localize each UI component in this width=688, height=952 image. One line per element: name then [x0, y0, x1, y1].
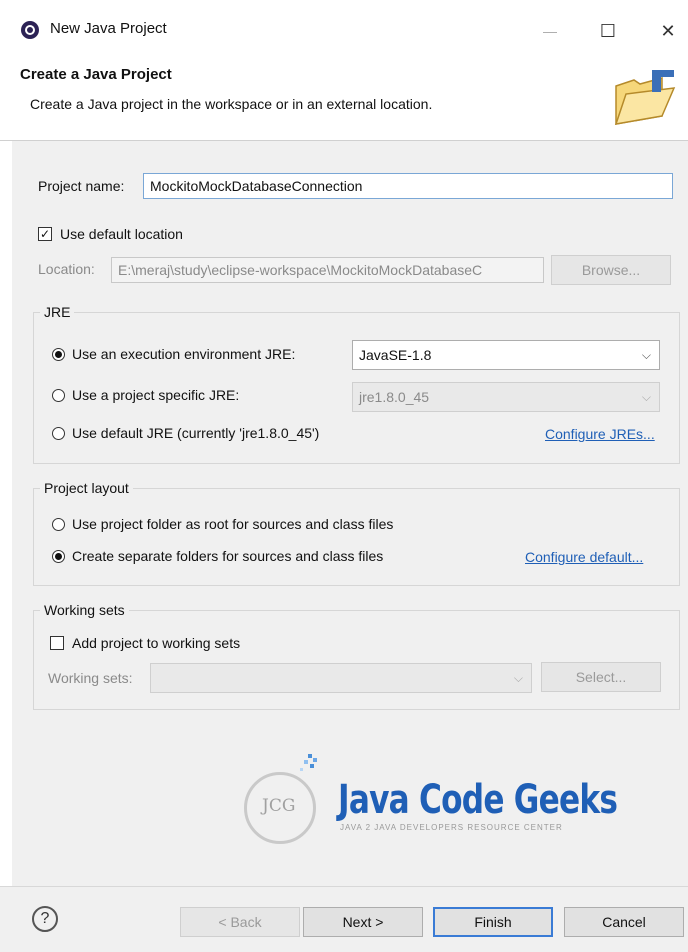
layout-separate-radio[interactable]: [52, 550, 65, 563]
working-sets-group: [33, 610, 680, 710]
jcg-logo-dots: [296, 752, 320, 780]
back-button[interactable]: < Back: [180, 907, 300, 937]
working-sets-label: Working sets:: [48, 670, 133, 686]
jre-group-title: JRE: [40, 304, 75, 320]
java-project-folder-icon: [610, 64, 680, 130]
jre-project-radio[interactable]: [52, 389, 65, 402]
cancel-button[interactable]: Cancel: [564, 907, 684, 937]
eclipse-app-icon: [20, 20, 40, 40]
add-to-working-sets-label: Add project to working sets: [72, 635, 241, 651]
project-layout-group-title: Project layout: [40, 480, 133, 496]
wizard-description: Create a Java project in the workspace o…: [30, 96, 433, 112]
jcg-logo-initials: JCG: [262, 796, 296, 816]
jre-env-select[interactable]: JavaSE-1.8 ⌵: [352, 340, 660, 370]
add-to-working-sets-checkbox[interactable]: [50, 636, 64, 650]
finish-button[interactable]: Finish: [433, 907, 553, 937]
jre-project-label: Use a project specific JRE:: [72, 387, 240, 403]
configure-jres-link[interactable]: Configure JREs...: [545, 426, 655, 442]
layout-separate-label: Create separate folders for sources and …: [72, 548, 384, 564]
jre-env-label: Use an execution environment JRE:: [72, 346, 296, 362]
layout-root-radio[interactable]: [52, 518, 65, 531]
window-title: New Java Project: [50, 20, 167, 37]
jcg-logo-tagline: JAVA 2 JAVA DEVELOPERS RESOURCE CENTER: [340, 823, 563, 832]
use-default-location-label: Use default location: [60, 226, 183, 242]
jcg-logo-name: Java Code Geeks: [338, 777, 618, 823]
help-icon-glyph: ?: [40, 910, 50, 927]
maximize-button[interactable]: ☐: [588, 14, 628, 48]
left-margin: [0, 141, 12, 886]
jre-env-select-value: JavaSE-1.8: [359, 347, 432, 363]
jre-project-select-value: jre1.8.0_45: [359, 389, 430, 405]
jre-project-select[interactable]: jre1.8.0_45 ⌵: [352, 382, 660, 412]
close-button[interactable]: ✕: [648, 14, 688, 48]
location-input[interactable]: E:\meraj\study\eclipse-workspace\Mockito…: [111, 257, 544, 283]
next-button[interactable]: Next >: [303, 907, 423, 937]
jre-env-radio[interactable]: [52, 348, 65, 361]
minimize-button[interactable]: —: [530, 14, 570, 48]
help-icon[interactable]: ?: [32, 906, 58, 932]
project-layout-group: [33, 488, 680, 586]
project-name-input[interactable]: MockitoMockDatabaseConnection: [143, 173, 673, 199]
working-sets-select[interactable]: ⌵: [150, 663, 532, 693]
working-sets-group-title: Working sets: [40, 602, 129, 618]
chevron-down-icon: ⌵: [641, 390, 651, 404]
jre-default-radio[interactable]: [52, 427, 65, 440]
project-name-label: Project name:: [38, 178, 125, 194]
configure-default-link[interactable]: Configure default...: [525, 549, 643, 565]
jre-default-label: Use default JRE (currently 'jre1.8.0_45'…: [72, 425, 320, 441]
chevron-down-icon: ⌵: [641, 348, 651, 362]
layout-root-label: Use project folder as root for sources a…: [72, 516, 394, 532]
location-label: Location:: [38, 261, 95, 277]
use-default-location-checkbox[interactable]: ✓: [38, 227, 52, 241]
wizard-title: Create a Java Project: [20, 66, 172, 83]
select-working-sets-button[interactable]: Select...: [541, 662, 661, 692]
chevron-down-icon: ⌵: [513, 671, 523, 685]
browse-button[interactable]: Browse...: [551, 255, 671, 285]
